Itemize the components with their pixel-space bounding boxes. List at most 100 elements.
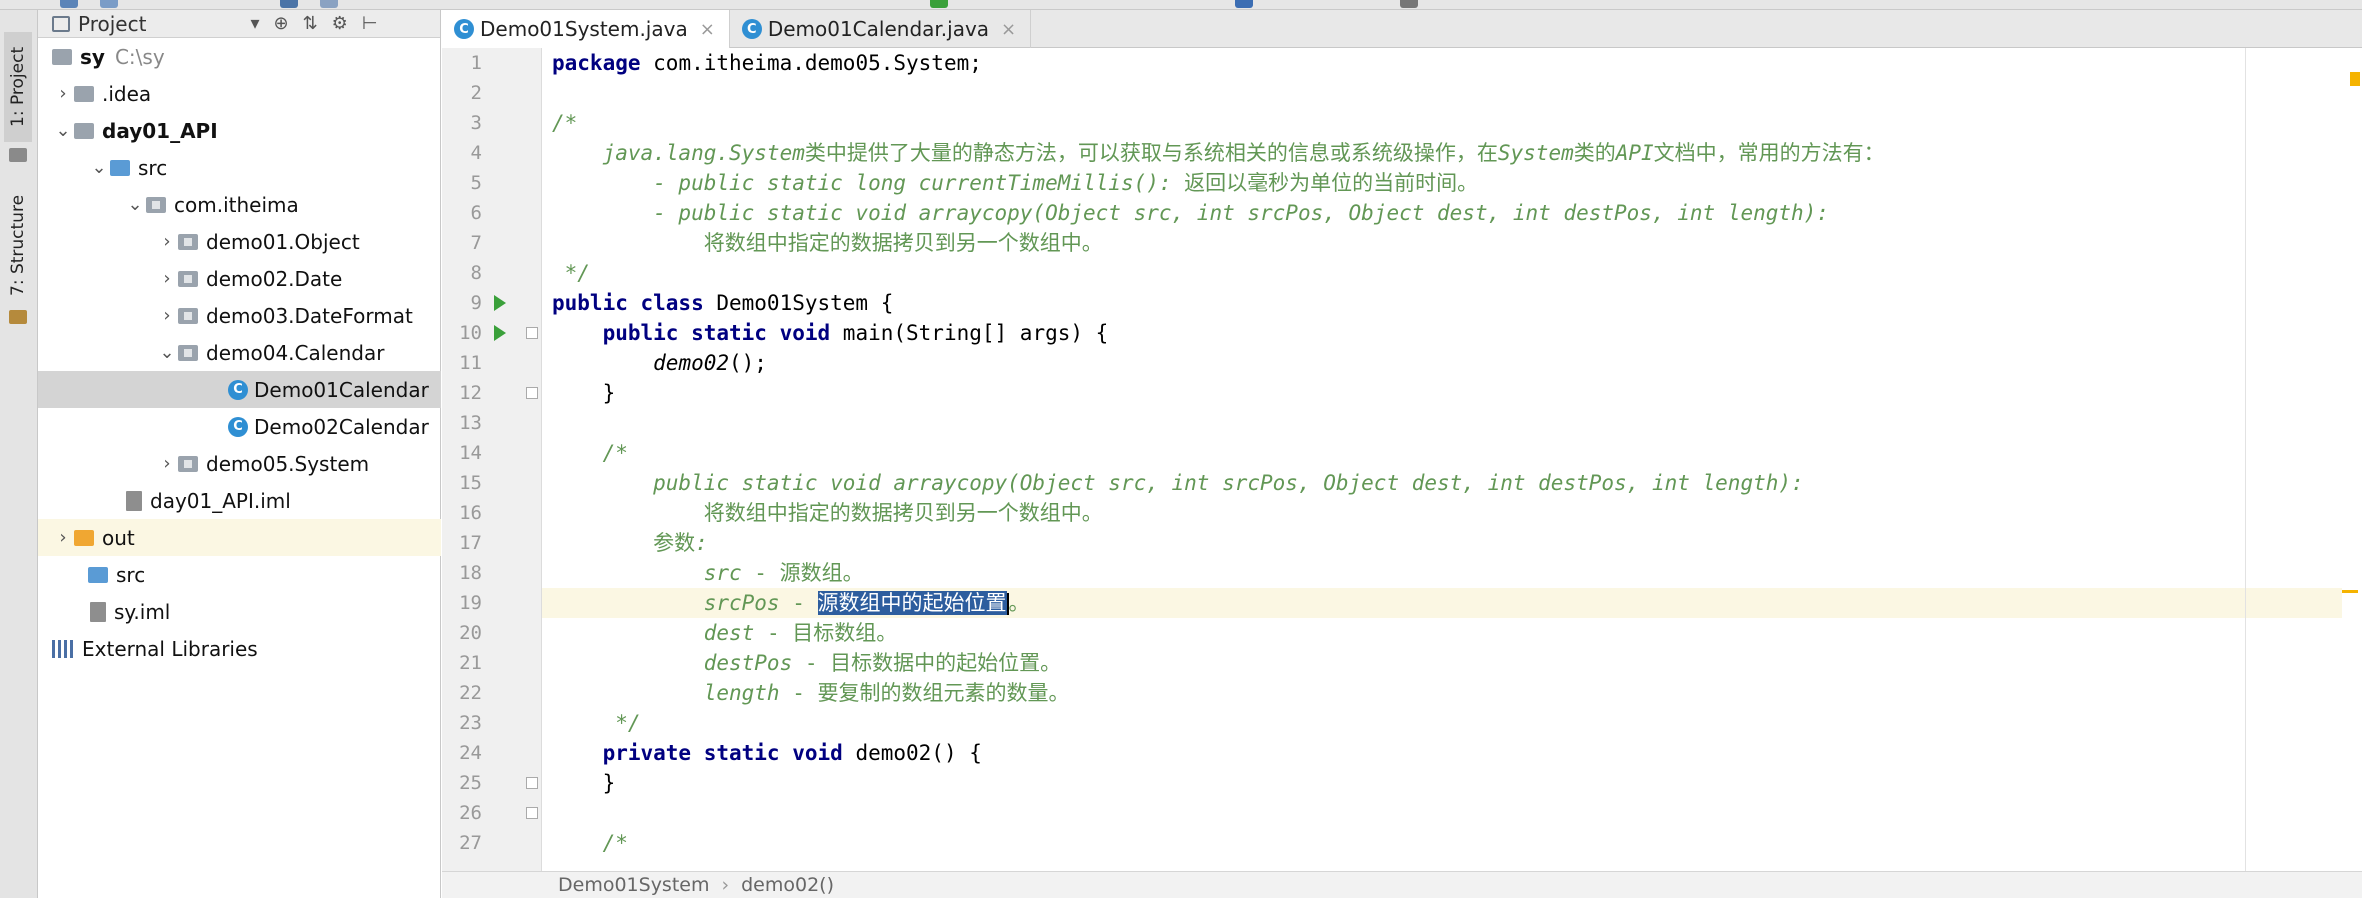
chevron-down-icon[interactable]: ⌄ [124, 194, 146, 215]
line-number: 20 [459, 622, 482, 644]
chevron-right-icon[interactable]: › [52, 527, 74, 548]
toolbar-open-icon[interactable] [60, 0, 78, 8]
tree-node-out[interactable]: › out [38, 519, 441, 556]
chevron-down-icon[interactable]: ⌄ [156, 342, 178, 363]
chevron-right-icon[interactable]: › [52, 83, 74, 104]
tree-node-demo04-calendar[interactable]: ⌄ demo04.Calendar [38, 334, 441, 371]
error-stripe-marker[interactable] [2342, 590, 2358, 593]
line-number: 8 [470, 262, 482, 284]
source-folder-icon [88, 566, 108, 583]
toolbar-settings-icon[interactable] [1400, 0, 1418, 8]
tree-label: .idea [102, 81, 152, 106]
tree-node-demo02calendar[interactable]: C Demo02Calendar [38, 408, 441, 445]
tool-window-strip: 1: Project 7: Structure [0, 10, 38, 898]
line-number: 25 [459, 772, 482, 794]
code-line: demo02(); [653, 351, 767, 375]
project-panel-title[interactable]: Project [78, 12, 146, 36]
fold-icon[interactable] [526, 327, 538, 339]
tree-label: Demo01Calendar [254, 377, 429, 402]
tree-node-src-root[interactable]: src [38, 556, 441, 593]
close-icon[interactable]: × [1001, 19, 1016, 40]
chevron-right-icon[interactable]: › [156, 231, 178, 252]
line-number: 22 [459, 682, 482, 704]
fold-icon[interactable] [526, 387, 538, 399]
tree-node-demo05-system[interactable]: › demo05.System [38, 445, 441, 482]
text-selection[interactable]: 源数组中的起始位置 [817, 591, 1007, 615]
code-line: 参数: [552, 531, 708, 555]
run-main-icon[interactable] [494, 325, 506, 341]
fold-icon[interactable] [526, 777, 538, 789]
line-number: 15 [459, 472, 482, 494]
toolbar-run-icon[interactable] [930, 0, 948, 8]
iml-file-icon [126, 490, 142, 511]
project-tool-icon [9, 148, 27, 162]
chevron-down-icon[interactable]: ⌄ [88, 157, 110, 178]
tab-demo01system[interactable]: C Demo01System.java × [442, 10, 730, 48]
close-icon[interactable]: × [700, 19, 715, 40]
library-icon [52, 639, 74, 658]
iml-file-icon [90, 601, 106, 622]
line-number: 14 [459, 442, 482, 464]
module-folder-icon [52, 48, 72, 65]
tab-project-tool[interactable]: 1: Project [4, 32, 32, 142]
line-number: 21 [459, 652, 482, 674]
chevron-right-icon[interactable]: › [156, 268, 178, 289]
module-folder-icon [74, 122, 94, 139]
line-number: 5 [470, 172, 482, 194]
code-line: public class Demo01System { [552, 291, 894, 315]
code-line: /* [552, 831, 628, 855]
chevron-right-icon[interactable]: › [156, 305, 178, 326]
gear-icon[interactable]: ⚙ [332, 13, 348, 34]
tab-structure-label: 7: Structure [8, 194, 28, 296]
main-toolbar [0, 0, 2362, 10]
line-number: 19 [459, 592, 482, 614]
code-line: public static void main(String[] args) { [552, 321, 1109, 345]
code-line: package com.itheima.demo05.System; [552, 51, 982, 75]
package-icon [178, 307, 198, 324]
fold-icon[interactable] [526, 807, 538, 819]
tree-node-sy-iml[interactable]: sy.iml [38, 593, 441, 630]
tree-node-demo01-object[interactable]: › demo01.Object [38, 223, 441, 260]
breadcrumb-item-method[interactable]: demo02() [741, 874, 834, 896]
scroll-from-source-icon[interactable]: ⊕ [273, 13, 288, 34]
code-line: public static void arraycopy(Object src,… [552, 471, 1804, 495]
code-line: src - 源数组。 [552, 561, 864, 585]
tree-label: demo04.Calendar [206, 340, 385, 365]
tree-node-external-libraries[interactable]: External Libraries [38, 630, 441, 667]
line-number: 4 [470, 142, 482, 164]
inspection-status-icon[interactable] [2350, 72, 2360, 86]
tree-label: day01_API [102, 118, 218, 143]
code-editor[interactable]: 1 2 3 4 5 6 7 8 9 10 11 12 13 14 15 16 1… [442, 48, 2362, 871]
tree-node-sy[interactable]: sy C:\sy [38, 38, 441, 75]
tab-demo01calendar[interactable]: C Demo01Calendar.java × [730, 10, 1032, 48]
tree-node-com-itheima[interactable]: ⌄ com.itheima [38, 186, 441, 223]
tab-label: Demo01System.java [480, 17, 688, 41]
tab-structure-tool[interactable]: 7: Structure [4, 180, 32, 310]
tree-node-day01-api-iml[interactable]: day01_API.iml [38, 482, 441, 519]
toolbar-build-icon[interactable] [1235, 0, 1253, 8]
chevron-right-icon[interactable]: › [156, 453, 178, 474]
breadcrumb: Demo01System › demo02() [442, 871, 2362, 898]
hide-panel-icon[interactable]: ⊢ [362, 13, 378, 34]
view-mode-dropdown-icon[interactable]: ▾ [250, 13, 259, 34]
tree-node-demo03-dateformat[interactable]: › demo03.DateFormat [38, 297, 441, 334]
toolbar-refresh-icon[interactable] [100, 0, 118, 8]
toolbar-copy-icon[interactable] [320, 0, 338, 8]
tree-label: demo02.Date [206, 266, 343, 291]
line-number: 26 [459, 802, 482, 824]
tree-node-demo02-date[interactable]: › demo02.Date [38, 260, 441, 297]
tree-node-day01-api[interactable]: ⌄ day01_API [38, 112, 441, 149]
output-folder-icon [74, 529, 94, 546]
run-class-icon[interactable] [494, 295, 506, 311]
tree-node-demo01calendar[interactable]: C Demo01Calendar [38, 371, 441, 408]
line-number: 3 [470, 112, 482, 134]
chevron-down-icon[interactable]: ⌄ [52, 120, 74, 141]
folder-icon [74, 85, 94, 102]
toolbar-cut-icon[interactable] [280, 0, 298, 8]
tree-node-src[interactable]: ⌄ src [38, 149, 441, 186]
tree-label: demo05.System [206, 451, 370, 476]
tree-node-idea[interactable]: › .idea [38, 75, 441, 112]
collapse-all-icon[interactable]: ⇅ [303, 13, 318, 34]
breadcrumb-item-class[interactable]: Demo01System [558, 874, 709, 896]
code-line: */ [552, 711, 641, 735]
